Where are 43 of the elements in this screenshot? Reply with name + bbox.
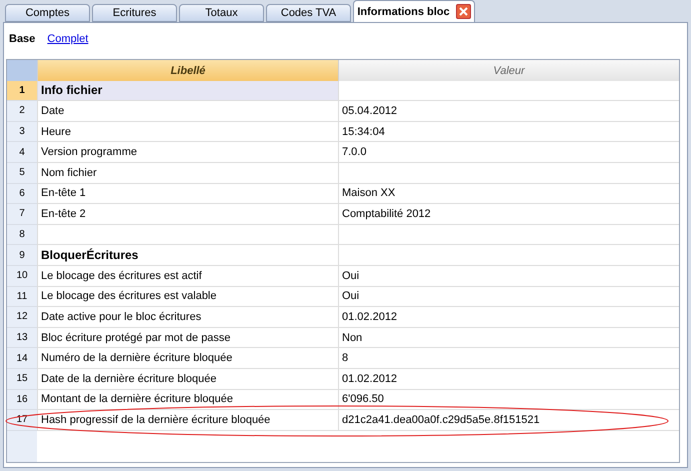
- table-cell: Oui: [338, 266, 679, 287]
- table-cell: Date: [37, 101, 338, 122]
- table-cell: En-tête 2: [37, 204, 338, 225]
- table-cell: 7.0.0: [338, 142, 679, 163]
- table-cell: 8: [338, 348, 679, 369]
- tab[interactable]: Codes TVA: [266, 4, 351, 22]
- table-cell: Nom fichier: [37, 162, 338, 184]
- column-header[interactable]: Valeur: [338, 60, 679, 82]
- row-number: 13: [7, 328, 37, 348]
- table-cell: Non: [338, 328, 679, 348]
- row-number: 11: [7, 286, 37, 308]
- table-cell: Heure: [37, 122, 338, 142]
- row-number: 16: [7, 390, 37, 410]
- table-cell: Date de la dernière écriture bloquée: [37, 368, 338, 390]
- view-link[interactable]: Complet: [46, 31, 90, 49]
- table-cell: Oui: [338, 286, 679, 308]
- table-cell: Numéro de la dernière écriture bloquée: [37, 348, 338, 369]
- tab[interactable]: Totaux: [179, 4, 264, 22]
- tab[interactable]: Comptes: [5, 4, 90, 22]
- table-cell: 05.04.2012: [338, 101, 679, 122]
- table-cell: d21c2a41.dea00a0f.c29d5a5e.8f151521: [338, 410, 679, 431]
- table-cell: 01.02.2012: [338, 307, 679, 328]
- table-cell: Info fichier: [37, 80, 338, 102]
- row-number: 1: [7, 80, 37, 102]
- table-cell: 01.02.2012: [338, 368, 679, 390]
- grid-corner: [7, 60, 37, 81]
- tab[interactable]: Ecritures: [92, 4, 177, 22]
- table-cell: Le blocage des écritures est actif: [37, 266, 338, 287]
- view-link[interactable]: Base: [8, 31, 36, 49]
- table-cell: BloquerÉcritures: [37, 245, 338, 266]
- table-cell: Bloc écriture protégé par mot de passe: [37, 328, 338, 348]
- row-number: 6: [7, 184, 37, 204]
- close-icon[interactable]: [456, 4, 471, 19]
- table-cell: En-tête 1: [37, 184, 338, 204]
- table-cell: Le blocage des écritures est valable: [37, 286, 338, 308]
- table-cell: Comptabilité 2012: [338, 204, 679, 225]
- table-cell: Hash progressif de la dernière écriture bloquée: [37, 410, 338, 431]
- table-cell: Maison XX: [338, 184, 679, 204]
- table-cell: Version programme: [37, 142, 338, 163]
- tab[interactable]: Informations bloc: [353, 0, 475, 22]
- table-cell: Date active pour le bloc écritures: [37, 307, 338, 328]
- column-header[interactable]: Libellé: [37, 60, 338, 82]
- table-cell: 15:34:04: [338, 122, 679, 142]
